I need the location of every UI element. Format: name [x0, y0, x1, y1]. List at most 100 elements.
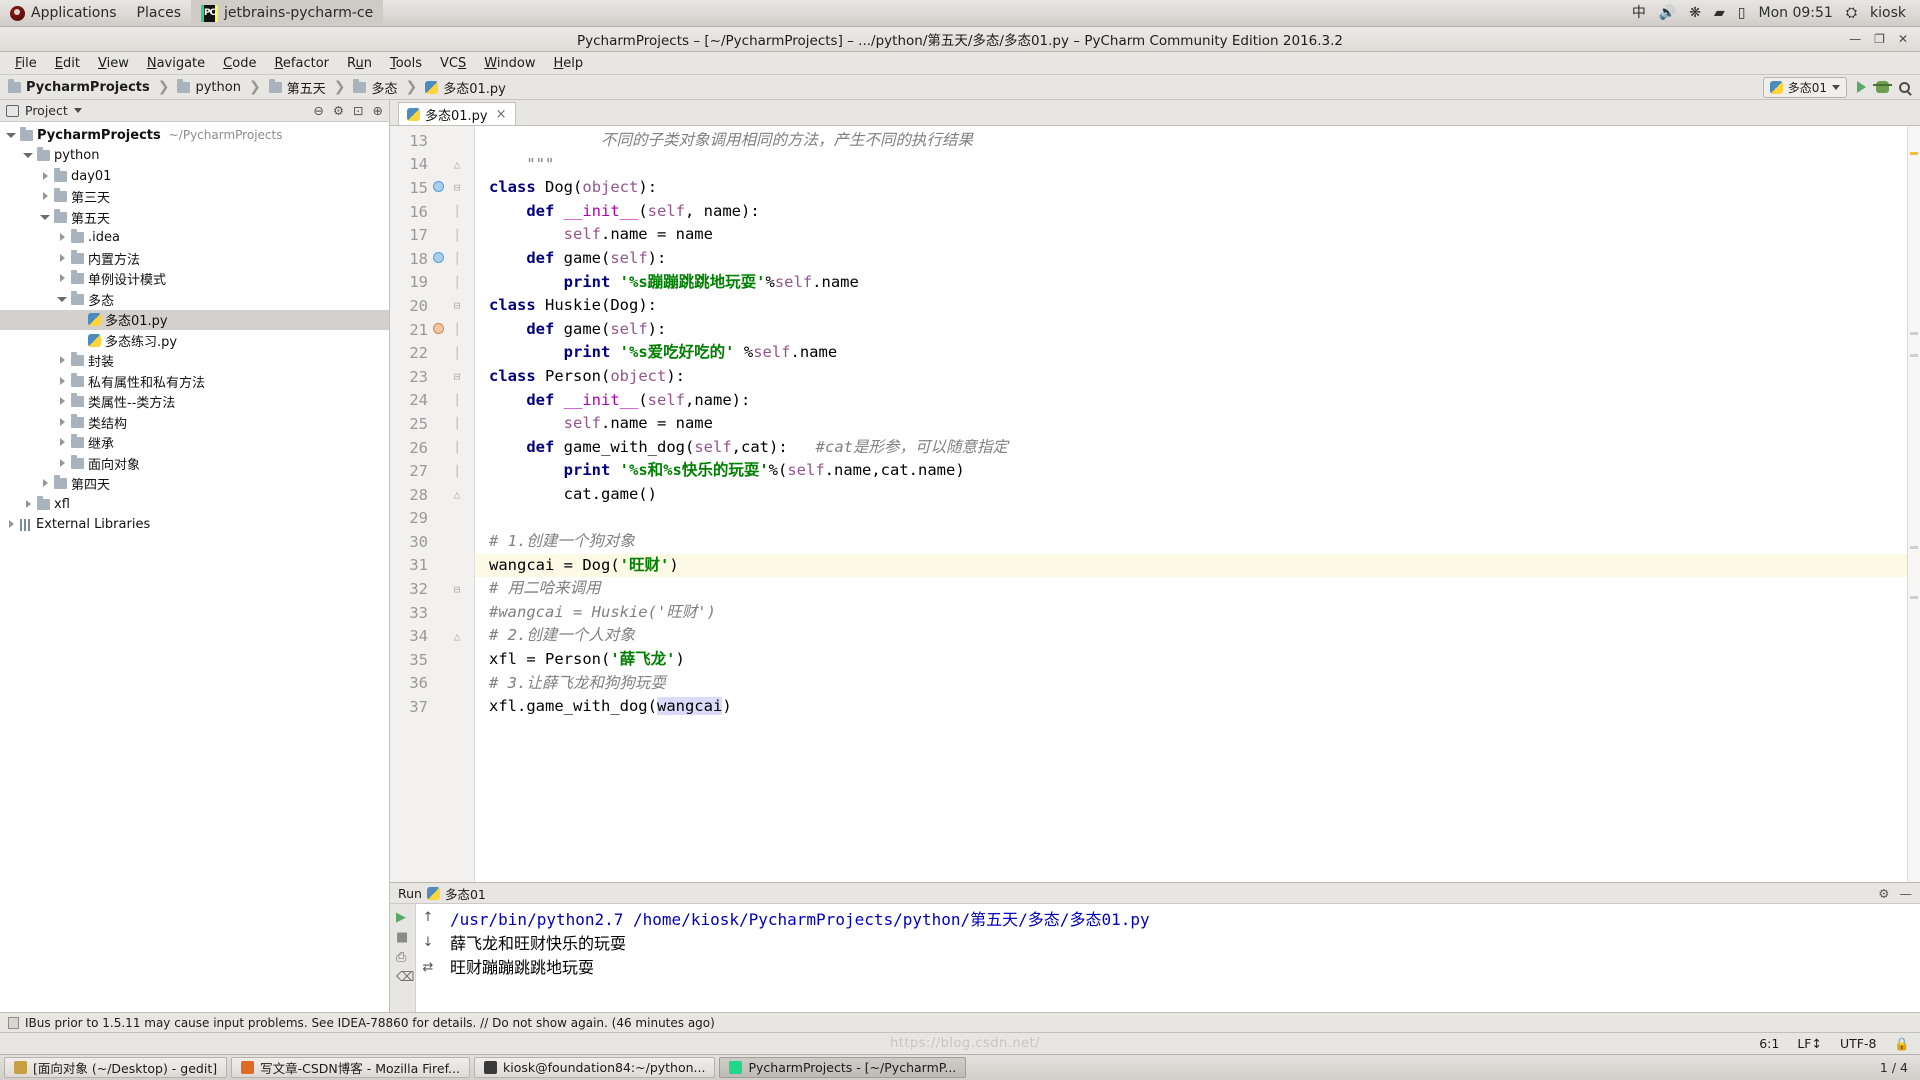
gutter-line-36[interactable]: 36 — [390, 672, 474, 696]
tree-item-10[interactable]: 多态练习.py — [0, 330, 389, 351]
tree-item-11[interactable]: 封装 — [0, 351, 389, 372]
code-line-27[interactable]: print '%s和%s快乐的玩耍'%(self.name,cat.name) — [475, 459, 1907, 483]
debug-icon[interactable] — [1873, 81, 1892, 93]
code-line-25[interactable]: self.name = name — [475, 412, 1907, 436]
clock[interactable]: Mon 09:51 — [1759, 6, 1833, 20]
code-line-17[interactable]: self.name = name — [475, 223, 1907, 247]
chevron-right-icon[interactable] — [23, 499, 34, 510]
gutter-line-22[interactable]: 22 │ — [390, 341, 474, 365]
fold-handle[interactable]: │ — [448, 394, 466, 407]
chevron-down-icon[interactable] — [23, 150, 34, 161]
scroll-down-icon[interactable]: ↓ — [423, 935, 434, 950]
taskbar-item-1[interactable]: 写文章-CSDN博客 - Mozilla Firef... — [231, 1057, 470, 1078]
tree-item-18[interactable]: xfl — [0, 494, 389, 515]
fold-handle[interactable]: │ — [448, 252, 466, 265]
tree-item-6[interactable]: 内置方法 — [0, 248, 389, 269]
gutter-line-13[interactable]: 13 — [390, 129, 474, 153]
gutter-line-14[interactable]: 14 △ — [390, 153, 474, 177]
gutter-line-27[interactable]: 27 │ — [390, 459, 474, 483]
menu-view[interactable]: View — [89, 54, 138, 73]
hide-icon[interactable]: ⊡ — [353, 103, 363, 118]
tree-item-3[interactable]: 第三天 — [0, 187, 389, 208]
code-line-22[interactable]: print '%s爱吃好吃的' %self.name — [475, 341, 1907, 365]
chevron-down-icon[interactable] — [40, 212, 51, 223]
tree-item-19[interactable]: External Libraries — [0, 515, 389, 536]
chevron-right-icon[interactable] — [40, 171, 51, 182]
minimize-button[interactable]: — — [1849, 33, 1861, 45]
stop-icon[interactable]: ■ — [396, 930, 409, 945]
chevron-right-icon[interactable] — [57, 232, 68, 243]
menu-help[interactable]: Help — [545, 54, 593, 73]
breadcrumb-item-2[interactable]: 第五天 — [268, 78, 326, 97]
active-window-menu[interactable]: PC jetbrains-pycharm-ce — [191, 0, 384, 26]
tree-item-13[interactable]: 类属性--类方法 — [0, 392, 389, 413]
tree-item-9[interactable]: 多态01.py — [0, 309, 389, 330]
chevron-right-icon[interactable] — [40, 191, 51, 202]
clear-icon[interactable]: ⌫ — [396, 970, 414, 985]
print-icon[interactable]: ⎙ — [396, 950, 409, 965]
notification-text[interactable]: IBus prior to 1.5.11 may cause input pro… — [25, 1016, 715, 1030]
tree-item-17[interactable]: 第四天 — [0, 474, 389, 495]
soft-wrap-icon[interactable]: ⇄ — [423, 960, 434, 975]
tree-item-15[interactable]: 继承 — [0, 433, 389, 454]
menu-refactor[interactable]: Refactor — [265, 54, 338, 73]
settings-icon[interactable]: ⚙ — [1878, 886, 1889, 901]
menu-file[interactable]: File — [6, 54, 46, 73]
gutter-line-34[interactable]: 34 △ — [390, 624, 474, 648]
tree-item-2[interactable]: day01 — [0, 166, 389, 187]
gutter-line-25[interactable]: 25 │ — [390, 412, 474, 436]
chevron-right-icon[interactable] — [57, 458, 68, 469]
collapse-all-icon[interactable]: ⊖ — [313, 103, 323, 118]
gutter-line-16[interactable]: 16 │ — [390, 200, 474, 224]
tree-item-14[interactable]: 类结构 — [0, 412, 389, 433]
code-line-21[interactable]: def game(self): — [475, 318, 1907, 342]
tree-item-5[interactable]: .idea — [0, 228, 389, 249]
gutter-line-35[interactable]: 35 — [390, 648, 474, 672]
code-line-28[interactable]: cat.game() — [475, 483, 1907, 507]
fold-handle[interactable]: │ — [448, 205, 466, 218]
search-icon[interactable] — [1899, 81, 1910, 93]
code-line-18[interactable]: def game(self): — [475, 247, 1907, 271]
code-line-20[interactable]: class Huskie(Dog): — [475, 294, 1907, 318]
breadcrumb-item-3[interactable]: 多态 — [353, 78, 397, 97]
fold-handle[interactable]: │ — [448, 323, 466, 336]
run-configuration-selector[interactable]: 多态01 — [1762, 76, 1847, 98]
fold-handle[interactable]: │ — [448, 229, 466, 242]
taskbar-item-2[interactable]: kiosk@foundation84:~/python... — [473, 1057, 716, 1078]
code-line-34[interactable]: # 2.创建一个人对象 — [475, 624, 1907, 648]
code-line-19[interactable]: print '%s蹦蹦跳跳地玩耍'%self.name — [475, 271, 1907, 295]
tree-item-16[interactable]: 面向对象 — [0, 453, 389, 474]
gutter-line-23[interactable]: 23 ⊟ — [390, 365, 474, 389]
wifi-icon[interactable]: ▰ — [1714, 6, 1725, 20]
fold-handle[interactable]: │ — [448, 465, 466, 478]
editor-scroll-rail[interactable] — [1907, 126, 1920, 882]
gutter-line-18[interactable]: 18 │ — [390, 247, 474, 271]
gutter-line-29[interactable]: 29 — [390, 507, 474, 531]
tree-item-7[interactable]: 单例设计模式 — [0, 269, 389, 290]
override-method-down-icon[interactable] — [428, 180, 448, 195]
fold-handle[interactable]: △ — [448, 488, 466, 501]
applications-menu[interactable]: Applications — [0, 0, 127, 26]
code-line-35[interactable]: xfl = Person('薛飞龙') — [475, 648, 1907, 672]
close-icon[interactable]: × — [496, 107, 507, 122]
editor-gutter[interactable]: 13 14 △ 15 ⊟ 16 │ 17 │ 18 │ 19 │ 20 ⊟ 21 │ 22 │ 23 ⊟ 24 │ 25 │ 26… — [390, 126, 475, 882]
code-editor[interactable]: 不同的子类对象调用相同的方法，产生不同的执行结果 """ class Dog(ob… — [475, 126, 1907, 882]
fold-handle[interactable]: ⊟ — [448, 299, 466, 312]
menu-navigate[interactable]: Navigate — [138, 54, 214, 73]
tree-item-1[interactable]: python — [0, 146, 389, 167]
breadcrumb-item-1[interactable]: python — [177, 78, 241, 95]
code-line-32[interactable]: # 用二哈来调用 — [475, 577, 1907, 601]
menu-window[interactable]: Window — [475, 54, 544, 73]
breadcrumb-item-4[interactable]: 多态01.py — [425, 78, 506, 97]
code-line-31[interactable]: wangcai = Dog('旺财') — [475, 553, 1907, 578]
fold-handle[interactable]: │ — [448, 441, 466, 454]
chevron-down-icon[interactable] — [73, 108, 82, 113]
battery-icon[interactable]: ▯ — [1738, 6, 1746, 20]
ime-indicator[interactable]: 中 — [1632, 6, 1646, 20]
volume-icon[interactable]: 🔊 — [1659, 6, 1676, 20]
minimize-icon[interactable]: — — [1900, 886, 1913, 901]
code-line-14[interactable]: """ — [475, 153, 1907, 177]
settings-icon[interactable]: ⚙ — [333, 103, 344, 118]
editor-tab-0[interactable]: 多态01.py × — [398, 102, 516, 125]
fold-handle[interactable]: △ — [448, 158, 466, 171]
